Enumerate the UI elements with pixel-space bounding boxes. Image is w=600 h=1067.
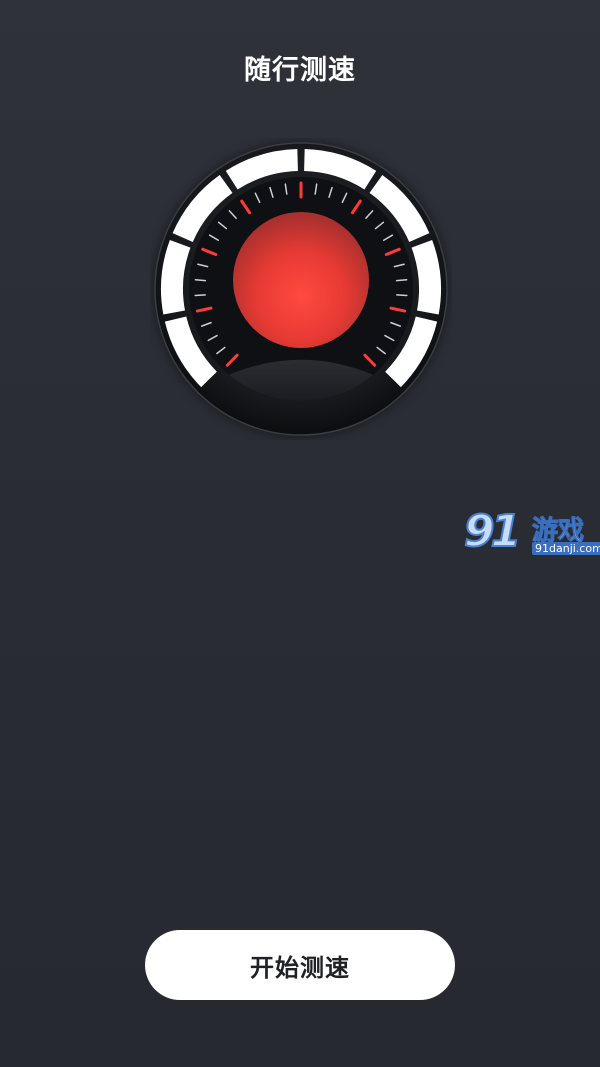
gauge-minor-tick	[194, 279, 207, 282]
speed-gauge-graphic	[154, 142, 448, 436]
start-test-button[interactable]: 开始测速	[145, 930, 455, 1000]
watermark-logo: 91	[463, 505, 522, 558]
page-title: 随行测速	[244, 55, 356, 86]
watermark: 91 游戏 91danji.com	[462, 505, 600, 566]
gauge-minor-tick	[194, 294, 206, 297]
gauge-minor-tick	[396, 294, 408, 297]
speed-gauge	[150, 138, 452, 440]
gauge-center-indicator	[233, 212, 369, 348]
gauge-minor-tick	[395, 279, 408, 282]
watermark-url: 91danji.com	[532, 542, 600, 555]
